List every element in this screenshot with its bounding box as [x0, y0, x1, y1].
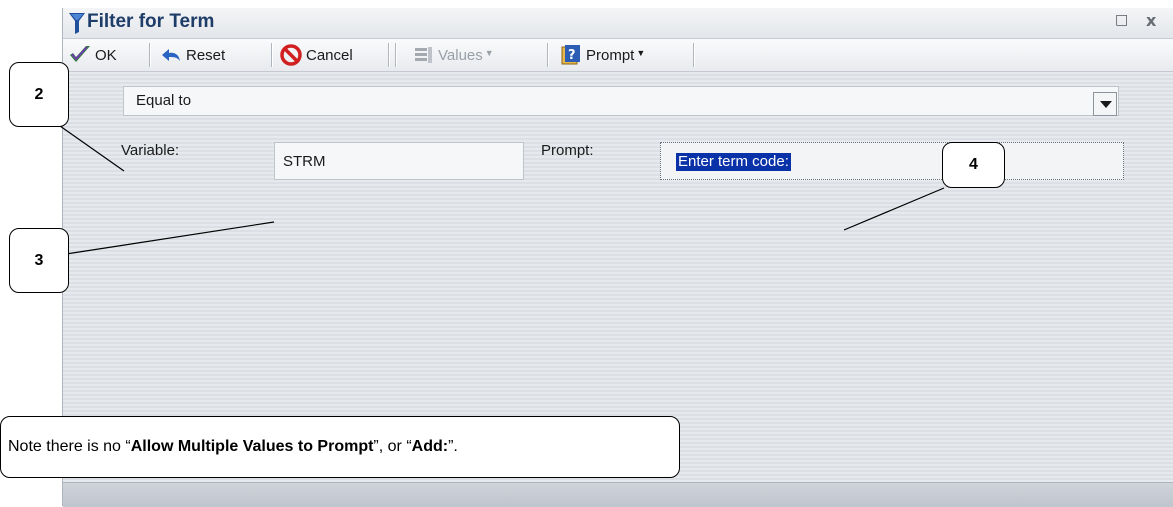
note-annotation: Note there is no “Allow Multiple Values …	[0, 416, 680, 478]
callout-2: 2	[9, 62, 69, 127]
note-prefix: Note there is no “	[8, 438, 131, 455]
note-middle: ”, or “	[373, 438, 412, 455]
callout-2-label: 2	[34, 85, 44, 103]
callout-4: 4	[942, 142, 1005, 188]
note-bold-allow-multiple: Allow Multiple Values to Prompt	[130, 438, 374, 455]
note-bold-add: Add:	[411, 438, 449, 455]
callout-3-label: 3	[34, 251, 44, 269]
leader-line-3	[65, 221, 275, 255]
leader-line-2	[59, 125, 125, 172]
leader-line-4	[843, 187, 945, 231]
callout-3: 3	[9, 228, 69, 293]
note-suffix: ”.	[448, 438, 458, 455]
callout-4-label: 4	[969, 156, 978, 173]
